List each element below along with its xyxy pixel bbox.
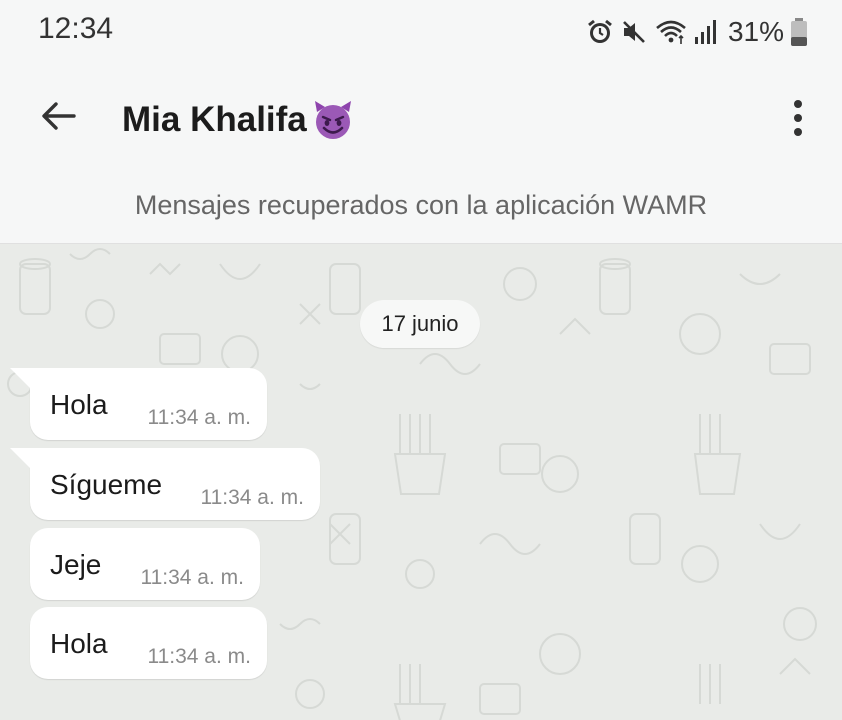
status-bar: 12:34 31% <box>0 0 842 62</box>
status-icons: 31% <box>586 12 808 52</box>
message-time: 11:34 a. m. <box>200 486 304 509</box>
arrow-left-icon <box>38 96 78 141</box>
chat-area[interactable]: 17 junio Hola 11:34 a. m. Sígueme 11:34 … <box>0 244 842 720</box>
contact-name[interactable]: Mia Khalifa <box>122 98 355 142</box>
battery-percentage: 31% <box>727 16 784 47</box>
wifi-icon <box>654 18 688 46</box>
more-options-button[interactable] <box>782 96 814 140</box>
chat-header: Mia Khalifa <box>0 62 842 174</box>
message-text: Jeje <box>50 549 102 580</box>
message-bubble[interactable]: Sígueme 11:34 a. m. <box>10 448 320 520</box>
status-time: 12:34 <box>38 12 114 45</box>
menu-dot <box>794 114 802 122</box>
battery-icon <box>790 17 808 47</box>
signal-icon <box>694 19 718 45</box>
message-time: 11:34 a. m. <box>147 645 251 668</box>
recovered-messages-banner: Mensajes recuperados con la aplicación W… <box>0 174 842 244</box>
message-text: Hola <box>50 628 108 659</box>
alarm-icon <box>586 18 614 46</box>
contact-name-text: Mia Khalifa <box>122 100 307 139</box>
banner-text: Mensajes recuperados con la aplicación W… <box>134 190 708 220</box>
mute-icon <box>620 18 648 46</box>
back-button[interactable] <box>34 94 82 142</box>
message-time: 11:34 a. m. <box>147 406 251 429</box>
smiling-devil-icon <box>311 98 355 142</box>
message-bubble[interactable]: Jeje 11:34 a. m. <box>30 528 260 600</box>
date-separator: 17 junio <box>360 300 480 348</box>
bubble-tail <box>10 448 32 470</box>
message-text: Hola <box>50 389 108 420</box>
menu-dot <box>794 128 802 136</box>
menu-dot <box>794 100 802 108</box>
message-text: Sígueme <box>50 469 163 500</box>
message-time: 11:34 a. m. <box>140 566 244 589</box>
message-bubble[interactable]: Hola 11:34 a. m. <box>10 368 267 440</box>
message-bubble[interactable]: Hola 11:34 a. m. <box>30 607 267 679</box>
bubble-tail <box>10 368 32 390</box>
